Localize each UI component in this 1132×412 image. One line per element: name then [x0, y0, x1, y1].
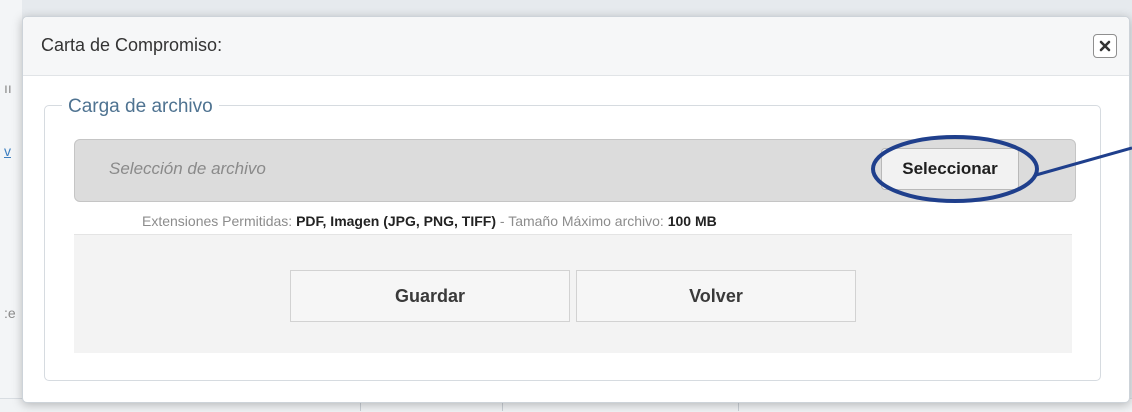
extensions-label: Extensiones Permitidas:	[142, 213, 297, 229]
allowed-extensions-note: Extensiones Permitidas: PDF, Imagen (JPG…	[142, 213, 717, 229]
max-size-value: 100 MB	[667, 213, 717, 229]
background-link-fragment: v	[4, 143, 11, 159]
back-button[interactable]: Volver	[576, 270, 856, 322]
file-selection-field[interactable]: Selección de archivo Seleccionar	[74, 139, 1076, 202]
close-button[interactable]	[1093, 34, 1117, 58]
dialog-actions: Guardar Volver	[74, 234, 1072, 353]
dialog-header: Carta de Compromiso:	[23, 17, 1129, 76]
select-file-button[interactable]: Seleccionar	[881, 148, 1019, 190]
upload-legend: Carga de archivo	[62, 96, 219, 118]
file-placeholder: Selección de archivo	[109, 159, 266, 178]
extensions-value: PDF, Imagen (JPG, PNG, TIFF)	[296, 213, 496, 229]
close-icon	[1099, 40, 1111, 52]
background-sidebar	[0, 0, 22, 411]
max-size-label: - Tamaño Máximo archivo:	[496, 213, 668, 229]
background-fragment: ıı	[4, 80, 12, 96]
dialog-title: Carta de Compromiso:	[41, 35, 223, 55]
background-fragment: :e	[4, 305, 16, 321]
save-button[interactable]: Guardar	[290, 270, 570, 322]
